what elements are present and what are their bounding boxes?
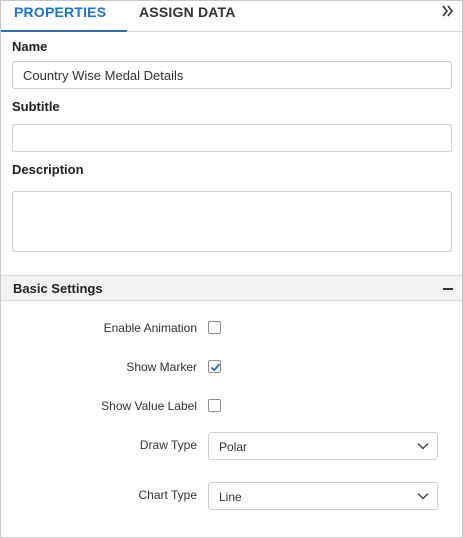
show-value-label-label: Show Value Label: [101, 399, 197, 413]
draw-type-label: Draw Type: [139, 438, 197, 452]
description-textarea[interactable]: [12, 191, 452, 252]
chart-type-value: Line: [219, 490, 242, 504]
basic-settings-header[interactable]: Basic Settings: [1, 275, 462, 301]
description-label: Description: [12, 162, 84, 177]
double-chevron-right-icon[interactable]: [440, 3, 456, 19]
tab-properties[interactable]: PROPERTIES: [1, 1, 127, 32]
chart-type-label: Chart Type: [138, 488, 197, 502]
show-value-label-checkbox[interactable]: [208, 399, 221, 412]
chart-type-dropdown[interactable]: Line: [208, 482, 438, 510]
show-marker-label: Show Marker: [126, 360, 197, 374]
properties-panel: PROPERTIES ASSIGN DATA Name Subtitle Des…: [0, 0, 463, 538]
tab-bar: PROPERTIES ASSIGN DATA: [1, 1, 462, 32]
name-input[interactable]: [12, 61, 452, 89]
subtitle-input[interactable]: [12, 124, 452, 152]
chevron-down-icon: [417, 493, 429, 500]
name-label: Name: [12, 39, 48, 54]
draw-type-dropdown[interactable]: Polar: [208, 432, 438, 460]
show-marker-checkbox[interactable]: [208, 360, 221, 373]
subtitle-label: Subtitle: [12, 99, 60, 114]
tab-assign-data[interactable]: ASSIGN DATA: [127, 1, 267, 32]
enable-animation-label: Enable Animation: [103, 321, 197, 335]
section-title: Basic Settings: [13, 281, 103, 296]
chevron-down-icon: [417, 443, 429, 450]
checkmark-icon: [210, 363, 221, 372]
draw-type-value: Polar: [219, 440, 248, 454]
enable-animation-checkbox[interactable]: [208, 321, 221, 334]
minus-icon[interactable]: [443, 288, 453, 290]
